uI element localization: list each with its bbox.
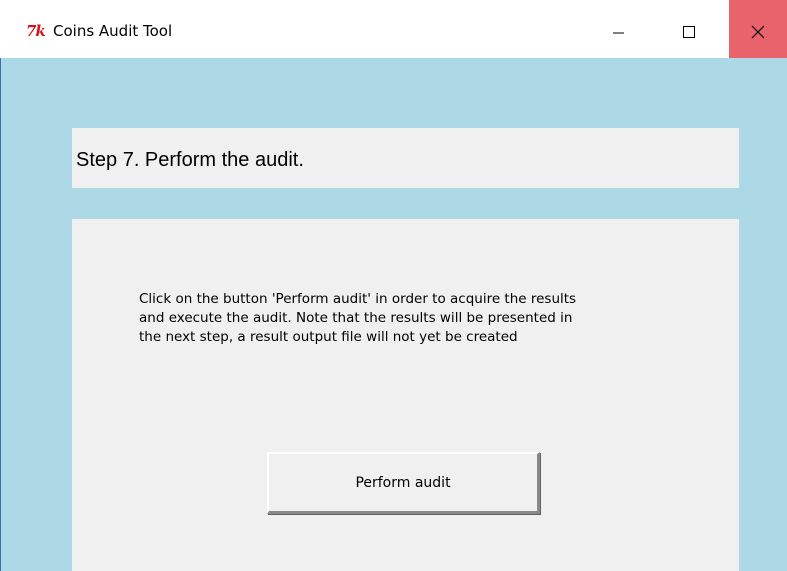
app-window: 7k Coins Audit Tool Step 7. Perform the … bbox=[0, 0, 787, 571]
minimize-button[interactable] bbox=[589, 0, 647, 58]
close-icon bbox=[751, 25, 765, 39]
content-panel bbox=[72, 219, 739, 571]
step-title: Step 7. Perform the audit. bbox=[76, 149, 304, 171]
tk-icon: 7k bbox=[26, 22, 46, 40]
window-title: Coins Audit Tool bbox=[53, 22, 173, 40]
maximize-button[interactable] bbox=[660, 0, 718, 58]
perform-audit-button[interactable]: Perform audit bbox=[267, 452, 540, 514]
minimize-icon bbox=[613, 32, 624, 34]
perform-audit-button-label: Perform audit bbox=[355, 474, 451, 491]
window-border bbox=[0, 58, 1, 571]
maximize-icon bbox=[683, 26, 695, 38]
close-button[interactable] bbox=[729, 0, 787, 58]
instructions-text: Click on the button 'Perform audit' in o… bbox=[139, 291, 577, 345]
title-bar[interactable]: 7k Coins Audit Tool bbox=[0, 0, 787, 58]
